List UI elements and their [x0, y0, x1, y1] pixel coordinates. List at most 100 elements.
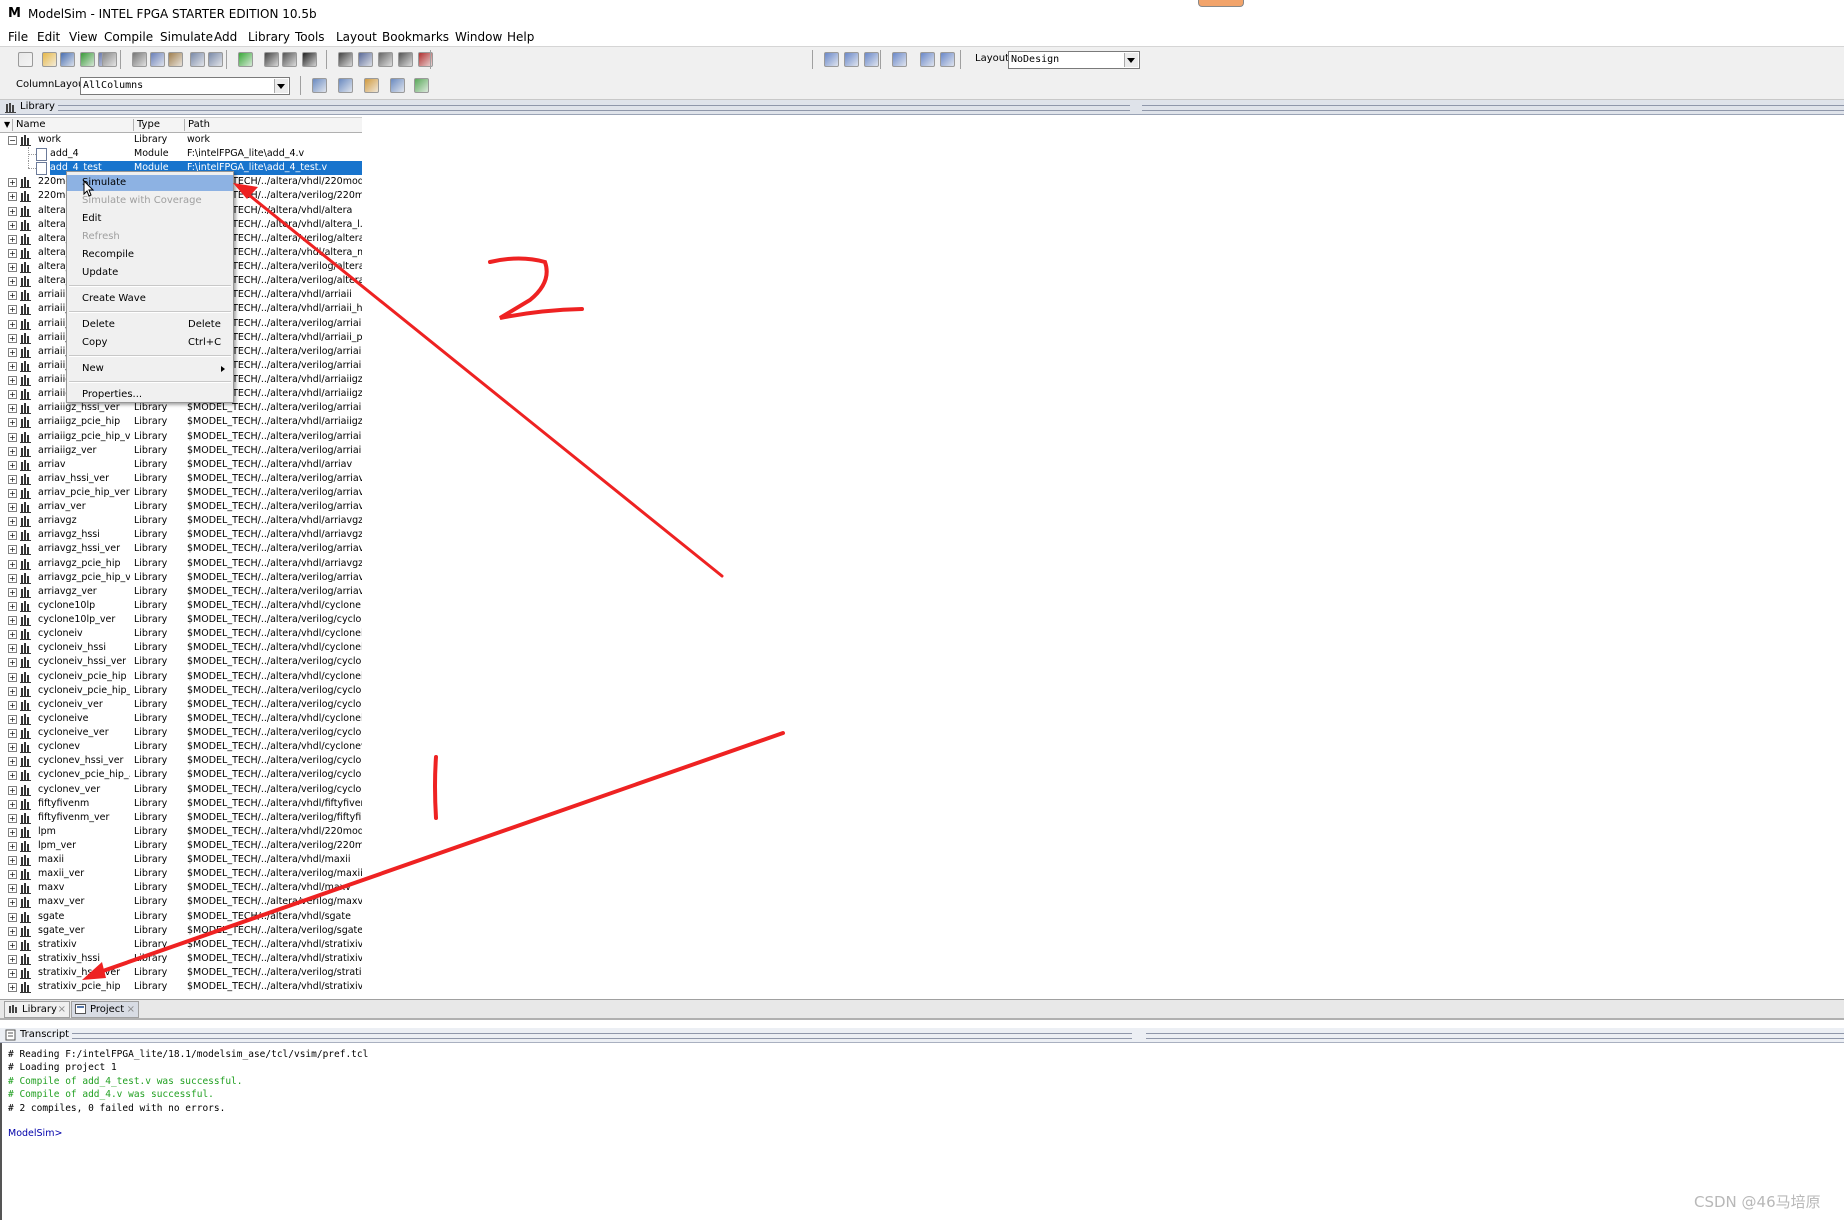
library-row[interactable]: + arriaiigz_pcie_hip Library $MODEL_TECH/..… [0, 415, 362, 429]
expand-icon[interactable]: + [8, 489, 17, 498]
expand-icon[interactable]: + [8, 361, 17, 371]
open-folder-icon[interactable] [42, 52, 57, 67]
expand-icon[interactable]: + [8, 686, 17, 696]
expand-icon[interactable]: + [8, 234, 17, 244]
column-sort-icon[interactable] [390, 78, 405, 93]
expand-icon[interactable]: + [8, 517, 17, 527]
expand-icon[interactable]: + [8, 432, 17, 442]
step-out-icon[interactable] [864, 52, 879, 67]
expand-icon[interactable]: + [8, 856, 17, 866]
expand-icon[interactable]: + [8, 884, 17, 894]
expand-icon[interactable]: + [8, 192, 17, 202]
library-row[interactable]: + cycloneive_ver Library $MODEL_TECH/../alt… [0, 726, 362, 740]
menu-window[interactable]: Window [455, 30, 502, 44]
library-row[interactable]: + arriavgz_hssi_ver Library $MODEL_TECH/../… [0, 542, 362, 556]
panel-grip[interactable] [1142, 105, 1844, 111]
expand-icon[interactable]: + [8, 305, 17, 315]
menu-library[interactable]: Library [248, 30, 290, 44]
library-row[interactable]: + arriavgz_pcie_hip Library $MODEL_TECH/../… [0, 557, 362, 571]
menu-bookmarks[interactable]: Bookmarks [382, 30, 449, 44]
library-row[interactable]: + arriaiigz_ver Library $MODEL_TECH/../alte… [0, 444, 362, 458]
library-row[interactable]: − work Library work [0, 133, 362, 147]
expand-icon[interactable]: + [8, 743, 17, 753]
expand-icon[interactable]: + [8, 870, 17, 880]
menu-help[interactable]: Help [507, 30, 534, 44]
expand-icon[interactable]: + [8, 531, 17, 541]
expand-icon[interactable]: + [8, 277, 17, 287]
chevron-down-icon[interactable] [274, 79, 288, 93]
library-row[interactable]: + cyclonev_pcie_hip_... Library $MODEL_TECH… [0, 768, 362, 782]
expand-icon[interactable]: + [8, 954, 17, 964]
expand-icon[interactable]: + [8, 206, 17, 216]
library-row[interactable]: + cycloneiv_pcie_hip Library $MODEL_TECH/..… [0, 670, 362, 684]
column-layout-select[interactable]: AllColumns [80, 77, 290, 95]
copy-icon[interactable] [150, 52, 165, 67]
expand-icon[interactable]: + [8, 503, 17, 513]
library-row[interactable]: + maxv_ver Library $MODEL_TECH/../altera/ve… [0, 895, 362, 909]
library-row[interactable]: + stratixiv_hssi_ver Library $MODEL_TECH/..… [0, 966, 362, 980]
expand-icon[interactable]: + [8, 827, 17, 837]
expand-icon[interactable]: + [8, 672, 17, 682]
expand-icon[interactable]: + [8, 404, 17, 414]
library-row[interactable]: + arriav Library $MODEL_TECH/../altera/vhdl… [0, 458, 362, 472]
expand-icon[interactable]: + [8, 545, 17, 555]
find-icon[interactable] [264, 52, 279, 67]
menu-tools[interactable]: Tools [295, 30, 325, 44]
print-icon[interactable] [102, 52, 117, 67]
transcript-prompt[interactable]: ModelSim> [8, 1128, 62, 1139]
library-row[interactable]: + cyclonev_hssi_ver Library $MODEL_TECH/../… [0, 754, 362, 768]
library-row[interactable]: + arriavgz_hssi Library $MODEL_TECH/../alte… [0, 528, 362, 542]
library-row[interactable]: + arriav_ver Library $MODEL_TECH/../altera/… [0, 500, 362, 514]
continue-icon[interactable] [920, 52, 935, 67]
tab-project[interactable]: Project × [71, 1001, 139, 1018]
expand-icon[interactable]: + [8, 291, 17, 301]
cut-icon[interactable] [132, 52, 147, 67]
expand-icon[interactable]: + [8, 714, 17, 724]
panel-grip[interactable] [72, 1033, 1132, 1039]
expand-icon[interactable]: + [8, 785, 17, 795]
chevron-down-icon[interactable] [1124, 53, 1138, 67]
expand-icon[interactable]: + [8, 559, 17, 569]
library-row[interactable]: + arriavgz Library $MODEL_TECH/../altera/vh… [0, 514, 362, 528]
compile-all-icon[interactable] [338, 52, 353, 67]
library-row[interactable]: + arriavgz_pcie_hip_v... Library $MODEL_TEC… [0, 571, 362, 585]
column-add-icon[interactable] [312, 78, 327, 93]
library-row[interactable]: + cycloneiv_hssi Library $MODEL_TECH/../alt… [0, 641, 362, 655]
column-header-path[interactable]: Path [184, 119, 362, 131]
library-row[interactable]: + cyclonev_ver Library $MODEL_TECH/../alter… [0, 783, 362, 797]
menu-item-recompile[interactable]: Recompile [67, 247, 233, 263]
library-row[interactable]: + maxii_ver Library $MODEL_TECH/../altera/v… [0, 867, 362, 881]
expand-icon[interactable]: + [8, 347, 17, 357]
tab-library[interactable]: Library × [4, 1001, 70, 1018]
restart-icon[interactable] [940, 52, 955, 67]
find-next-icon[interactable] [282, 52, 297, 67]
expand-icon[interactable]: + [8, 658, 17, 668]
undo-icon[interactable] [190, 52, 205, 67]
column-header-type[interactable]: Type [133, 119, 185, 131]
expand-icon[interactable]: + [8, 813, 17, 823]
top-scroll-handle[interactable] [1198, 0, 1244, 7]
expand-icon[interactable]: + [8, 940, 17, 950]
library-row[interactable]: + maxii Library $MODEL_TECH/../altera/vhdl/… [0, 853, 362, 867]
menu-item-delete[interactable]: Delete Delete [67, 317, 233, 333]
library-row[interactable]: + arriaiigz_pcie_hip_v... Library $MODEL_TE… [0, 430, 362, 444]
library-row[interactable]: + cyclone10lp Library $MODEL_TECH/../altera… [0, 599, 362, 613]
menu-compile[interactable]: Compile [104, 30, 153, 44]
expand-icon[interactable]: + [8, 771, 17, 781]
expand-icon[interactable]: + [8, 474, 17, 484]
menu-item-refresh[interactable]: Refresh [67, 229, 233, 245]
library-tool-icon[interactable] [378, 52, 393, 67]
expand-icon[interactable]: + [8, 898, 17, 908]
library-row[interactable]: + cycloneiv_hssi_ver Library $MODEL_TECH/..… [0, 655, 362, 669]
expand-icon[interactable]: + [8, 729, 17, 739]
library-row[interactable]: + arriavgz_ver Library $MODEL_TECH/../alter… [0, 585, 362, 599]
simulate-icon[interactable] [358, 52, 373, 67]
expand-icon[interactable]: + [8, 587, 17, 597]
paste-icon[interactable] [168, 52, 183, 67]
expand-icon[interactable]: + [8, 390, 17, 400]
expand-icon[interactable]: + [8, 601, 17, 611]
expand-icon[interactable]: + [8, 376, 17, 386]
library-row[interactable]: + maxv Library $MODEL_TECH/../altera/vhdl/m… [0, 881, 362, 895]
menu-layout[interactable]: Layout [336, 30, 377, 44]
library-row[interactable]: + lpm_ver Library $MODEL_TECH/../altera/ver… [0, 839, 362, 853]
